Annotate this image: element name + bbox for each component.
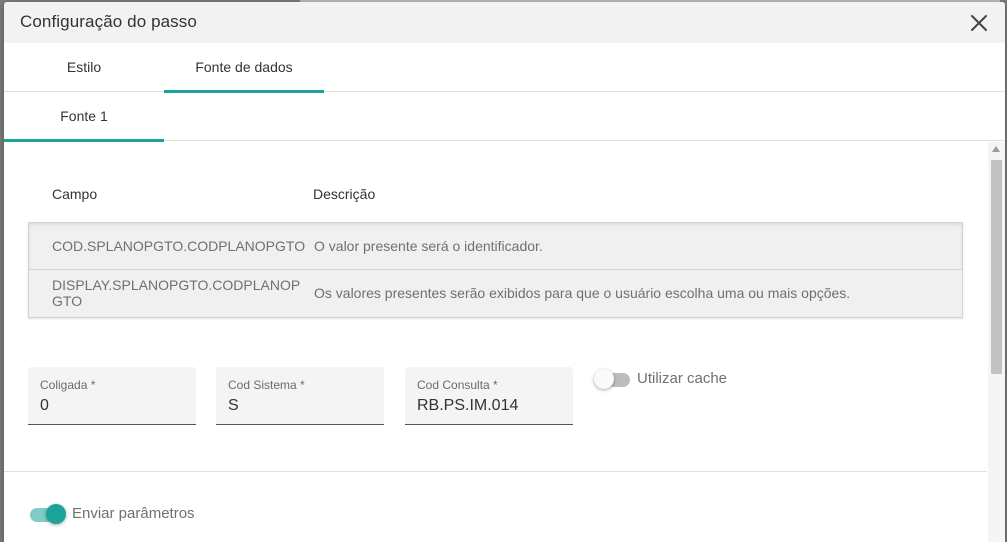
dialog-header: Configuração do passo	[4, 2, 1005, 43]
enviar-parametros-toggle[interactable]	[30, 504, 66, 524]
table-row[interactable]: COD.SPLANOPGTO.CODPLANOPGTO O valor pres…	[29, 222, 962, 270]
table-header: Campo Descrição	[28, 172, 963, 222]
dialog-title: Configuração do passo	[20, 12, 197, 31]
cod-consulta-field[interactable]: Cod Consulta * RB.PS.IM.014	[405, 367, 573, 425]
cell-campo: DISPLAY.SPLANOPGTO.CODPLANOPGTO	[52, 277, 301, 309]
scroll-up-arrow-icon[interactable]	[992, 146, 1000, 152]
cell-descricao: Os valores presentes serão exibidos para…	[314, 285, 851, 301]
cod-sistema-field[interactable]: Cod Sistema * S	[216, 367, 384, 425]
coligada-label: Coligada *	[40, 378, 96, 392]
tab-fonte-de-dados[interactable]: Fonte de dados	[164, 43, 324, 93]
cell-descricao: O valor presente será o identificador.	[314, 238, 543, 254]
utilizar-cache-toggle[interactable]	[594, 369, 630, 389]
query-fields: Coligada * 0 Cod Sistema * S Cod Consult…	[28, 367, 928, 427]
cod-sistema-label: Cod Sistema *	[228, 378, 305, 392]
toggle-thumb	[594, 369, 614, 389]
table-body: COD.SPLANOPGTO.CODPLANOPGTO O valor pres…	[28, 222, 963, 318]
tab-fonte-1[interactable]: Fonte 1	[4, 92, 164, 142]
table-row[interactable]: DISPLAY.SPLANOPGTO.CODPLANOPGTO Os valor…	[29, 270, 962, 318]
scrollbar-thumb[interactable]	[991, 160, 1002, 374]
tab-estilo[interactable]: Estilo	[4, 43, 164, 92]
toggle-thumb	[46, 504, 66, 524]
coligada-value: 0	[40, 397, 49, 414]
section-divider	[4, 471, 987, 472]
dialog-content: Campo Descrição COD.SPLANOPGTO.CODPLANOP…	[4, 142, 987, 542]
source-tabs: Fonte 1	[4, 92, 1005, 142]
coligada-field[interactable]: Coligada * 0	[28, 367, 196, 425]
cod-consulta-value: RB.PS.IM.014	[417, 397, 519, 414]
column-header-descricao: Descrição	[313, 186, 376, 202]
enviar-parametros-label: Enviar parâmetros	[72, 505, 195, 522]
step-config-dialog: Configuração do passo Estilo Fonte de da…	[4, 2, 1005, 542]
fields-table: Campo Descrição COD.SPLANOPGTO.CODPLANOP…	[28, 172, 963, 318]
content-scrollbar[interactable]	[988, 142, 1005, 542]
cod-consulta-label: Cod Consulta *	[417, 378, 498, 392]
cod-sistema-value: S	[228, 397, 239, 414]
close-button[interactable]	[967, 11, 991, 35]
close-icon	[971, 15, 987, 31]
column-header-campo: Campo	[52, 186, 98, 202]
cell-campo: COD.SPLANOPGTO.CODPLANOPGTO	[52, 238, 306, 254]
main-tabs: Estilo Fonte de dados	[4, 43, 1005, 93]
utilizar-cache-label: Utilizar cache	[637, 370, 728, 387]
